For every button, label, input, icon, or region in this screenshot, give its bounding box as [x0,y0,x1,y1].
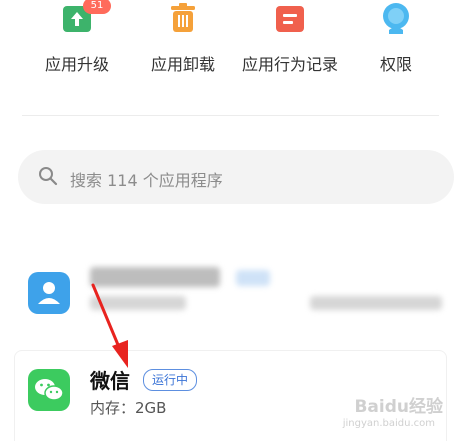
blurred-app-detail [90,296,186,310]
app-behavior-record-label: 应用行为记录 [241,55,338,74]
upgrade-icon: 51 [61,0,111,36]
list-item-blurred-app[interactable] [0,262,461,324]
search-icon [39,167,58,186]
blurred-app-size [310,296,442,310]
permission-icon [380,0,412,36]
contact-app-icon [28,272,70,314]
permission-button[interactable]: 权限 [341,0,451,74]
app-upgrade-button[interactable]: 51 应用升级 [22,0,132,74]
running-status-badge: 运行中 [143,369,198,391]
blurred-app-name [90,267,220,287]
app-uninstall-label: 应用卸载 [150,55,215,74]
wechat-icon [28,369,70,411]
blurred-status-badge [236,270,270,286]
top-action-bar: 51 应用升级 应用卸载 应用行为记录 权限 [0,0,461,80]
app-behavior-record-button[interactable]: 应用行为记录 [235,0,345,74]
baidu-watermark-url: jingyan.baidu.com [342,418,435,429]
baidu-watermark: Baidu经验 [354,397,443,417]
app-memory-usage: 内存：2GB [90,399,167,417]
app-search-input[interactable]: 搜索 114 个应用程序 [18,150,454,204]
search-placeholder: 搜索 114 个应用程序 [70,171,223,190]
trash-icon [167,0,199,36]
record-icon [274,0,306,36]
section-divider [22,115,439,116]
app-upgrade-label: 应用升级 [44,55,109,74]
app-name-wechat: 微信 [90,369,130,393]
upgrade-count-badge: 51 [83,0,111,14]
permission-label: 权限 [379,55,412,74]
app-uninstall-button[interactable]: 应用卸载 [128,0,238,74]
